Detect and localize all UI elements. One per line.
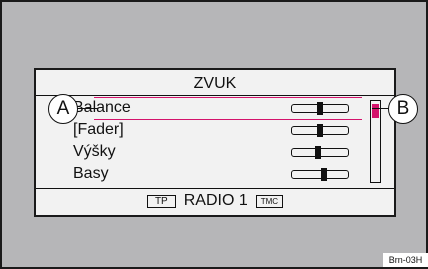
menu-item-label: Výšky (73, 143, 116, 160)
menu-title: ZVUK (193, 75, 237, 92)
treble-slider[interactable] (291, 146, 349, 159)
callout-b: B (388, 94, 418, 124)
menu-item-label: Basy (73, 165, 109, 182)
scrollbar-thumb[interactable] (372, 104, 379, 118)
sound-menu-screen: ZVUK Balance [Fader] Výšky Basy TP RADIO… (34, 68, 396, 217)
menu-item-bass[interactable]: Basy (36, 163, 366, 185)
menu-item-label: [Fader] (73, 121, 124, 138)
menu-item-fader[interactable]: [Fader] (36, 119, 366, 141)
title-divider (36, 95, 394, 96)
slider-knob[interactable] (317, 124, 323, 137)
slider-knob[interactable] (314, 146, 321, 159)
figure-code: Brn-03H (383, 253, 428, 267)
balance-slider[interactable] (291, 102, 349, 115)
callout-a: A (48, 94, 78, 124)
slider-knob[interactable] (321, 168, 328, 181)
fader-slider[interactable] (291, 124, 349, 137)
menu-item-treble[interactable]: Výšky (36, 141, 366, 163)
tp-indicator: TP (146, 194, 176, 208)
status-bar: TP RADIO 1 TMC (36, 190, 394, 212)
menu-scrollbar[interactable] (370, 100, 381, 183)
slider-knob[interactable] (317, 102, 323, 115)
figure-frame: ZVUK Balance [Fader] Výšky Basy TP RADIO… (0, 0, 428, 269)
callout-a-leader (76, 108, 98, 109)
status-divider (36, 188, 394, 189)
tmc-indicator: TMC (255, 194, 284, 208)
bass-slider[interactable] (291, 168, 349, 181)
station-name: RADIO 1 (183, 192, 248, 209)
